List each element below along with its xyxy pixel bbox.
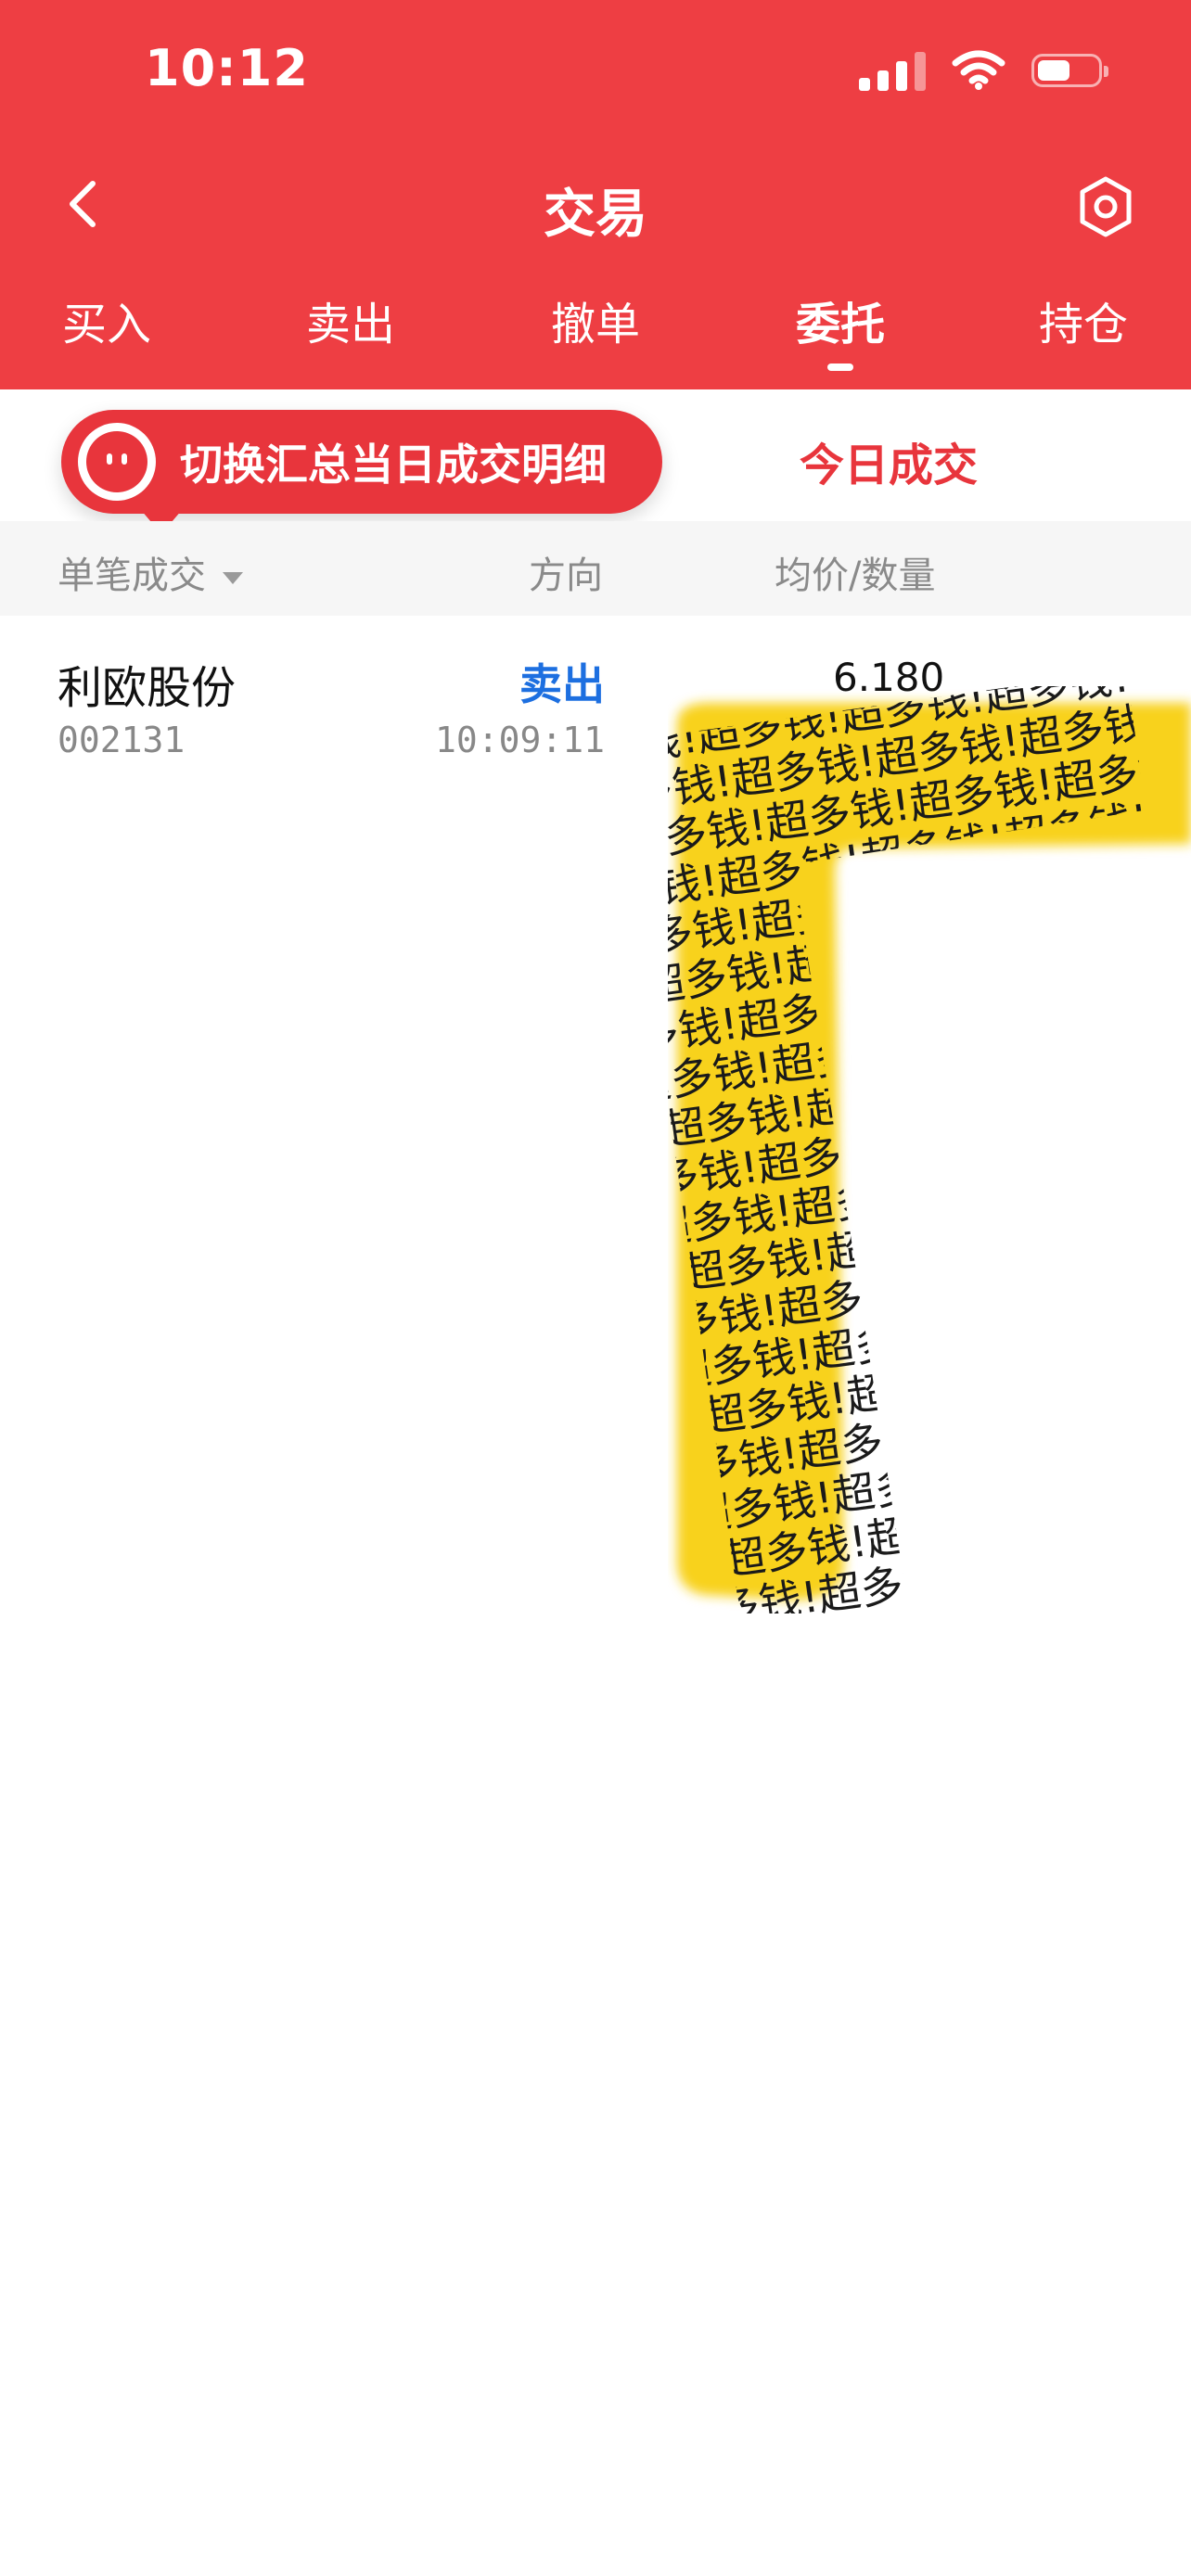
column-header: 单笔成交 方向 均价/数量 [0,521,1191,616]
trade-time: 10:09:11 [434,720,605,760]
caret-down-icon [223,571,243,584]
switch-summary-tooltip[interactable]: 切换汇总当日成交明细 [61,410,662,534]
stock-name: 利欧股份 [58,662,237,714]
tab-buy[interactable]: 买入 [42,287,172,352]
tab-today-deals[interactable]: 今日成交 [800,428,978,493]
status-icons [859,45,1108,96]
trade-tabs: 买入 卖出 撤单 委托 持仓 [0,278,1191,371]
status-time: 10:12 [145,39,309,97]
page-title: 交易 [544,185,647,245]
stock-code: 002131 [58,720,186,760]
wifi-icon [952,50,1005,90]
tab-sell[interactable]: 卖出 [286,287,416,352]
tab-orders[interactable]: 委托 [775,287,905,371]
battery-icon [1031,54,1108,87]
column-direction: 方向 [529,555,603,597]
tab-cancel[interactable]: 撤单 [531,287,660,352]
trade-direction: 卖出 [519,659,605,709]
tooltip-text: 切换汇总当日成交明细 [180,440,607,490]
redaction-sticker: 超多钱!超多钱!超多钱!超多钱!超多钱!超多钱!超多钱!超多钱!超多钱!超多钱!… [668,686,1191,1613]
active-tab-indicator [827,363,853,371]
single-deal-sort[interactable]: 单笔成交 [58,545,243,599]
mascot-icon [78,423,156,501]
column-avg-price-qty: 均价/数量 [775,555,936,597]
app-header: 10:12 交易 买入 卖出 撤单 委托 持仓 [0,0,1191,389]
signal-icon [859,50,926,91]
settings-button[interactable] [1076,174,1135,239]
sub-tab-bar: 切换汇总当日成交明细 今日成交 [0,389,1191,534]
tab-positions[interactable]: 持仓 [1018,287,1148,352]
